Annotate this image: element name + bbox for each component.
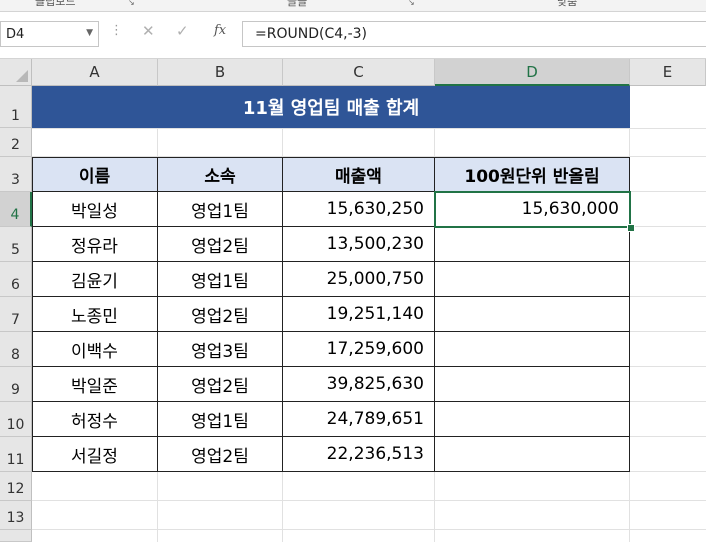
cell-sales[interactable]: 24,789,651	[283, 402, 435, 437]
clipboard-launcher-icon[interactable]: ↘	[128, 0, 135, 7]
sheet-title-cell[interactable]: 11월 영업팀 매출 합계	[32, 86, 630, 128]
cell-sales[interactable]: 17,259,600	[283, 332, 435, 367]
cell-name[interactable]: 김윤기	[32, 262, 158, 297]
cell-name[interactable]: 이백수	[32, 332, 158, 367]
cell-name[interactable]: 노종민	[32, 297, 158, 332]
ribbon-group-labels: 클립보드 ↘ 글꼴 ↘ 맞춤	[0, 0, 706, 12]
row-header-4[interactable]: 4	[0, 192, 32, 227]
cell-name[interactable]: 박일성	[32, 192, 158, 227]
gridline	[630, 226, 706, 227]
gridline	[630, 331, 706, 332]
cell-rounded[interactable]	[435, 262, 630, 297]
cell-sales[interactable]: 25,000,750	[283, 262, 435, 297]
select-all-triangle-icon	[16, 70, 28, 82]
column-header-e[interactable]: E	[630, 59, 706, 86]
row-header-10[interactable]: 10	[0, 402, 32, 437]
row-header-13[interactable]: 13	[0, 501, 32, 530]
gridline	[32, 128, 706, 129]
column-header-a[interactable]: A	[32, 59, 158, 86]
row-header-14[interactable]	[0, 530, 32, 542]
row-header-8[interactable]: 8	[0, 332, 32, 367]
gridline	[630, 366, 706, 367]
cell-team[interactable]: 영업2팀	[158, 367, 283, 402]
row-header-5[interactable]: 5	[0, 227, 32, 262]
gridline	[630, 261, 706, 262]
row-header-2[interactable]: 2	[0, 128, 32, 157]
ribbon-group-font: 글꼴	[287, 0, 308, 8]
cell-rounded[interactable]: 15,630,000	[435, 192, 630, 227]
cell-sales[interactable]: 19,251,140	[283, 297, 435, 332]
font-launcher-icon[interactable]: ↘	[408, 0, 415, 7]
cell-rounded[interactable]	[435, 402, 630, 437]
cell-sales[interactable]: 13,500,230	[283, 227, 435, 262]
cell-rounded[interactable]	[435, 332, 630, 367]
formula-text: =ROUND(C4,-3)	[255, 26, 367, 42]
cell-rounded[interactable]	[435, 297, 630, 332]
cell-team[interactable]: 영업2팀	[158, 437, 283, 472]
row-header-7[interactable]: 7	[0, 297, 32, 332]
header-cell-sales[interactable]: 매출액	[283, 157, 435, 192]
cell-team[interactable]: 영업1팀	[158, 192, 283, 227]
cell-team[interactable]: 영업1팀	[158, 262, 283, 297]
column-header-c[interactable]: C	[283, 59, 435, 86]
row-header-11[interactable]: 11	[0, 437, 32, 472]
select-all-button[interactable]	[0, 59, 32, 86]
chevron-down-icon[interactable]: ▼	[86, 28, 93, 38]
cancel-icon[interactable]: ✕	[142, 22, 155, 40]
gridline	[630, 191, 706, 192]
formula-bar: D4 ▼ ⋮ ✕ ✓ fx =ROUND(C4,-3)	[0, 12, 706, 59]
cell-name[interactable]: 서길정	[32, 437, 158, 472]
gridline	[32, 529, 706, 530]
row-header-6[interactable]: 6	[0, 262, 32, 297]
gridline	[630, 401, 706, 402]
more-options-icon[interactable]: ⋮	[110, 23, 123, 38]
ribbon-group-alignment: 맞춤	[557, 0, 578, 8]
cell-sales[interactable]: 39,825,630	[283, 367, 435, 402]
row-header-9[interactable]: 9	[0, 367, 32, 402]
formula-input[interactable]: =ROUND(C4,-3)	[242, 21, 706, 47]
gridline	[630, 436, 706, 437]
insert-function-icon[interactable]: fx	[214, 23, 226, 38]
cell-name[interactable]: 정유라	[32, 227, 158, 262]
row-header-3[interactable]: 3	[0, 157, 32, 192]
name-box[interactable]: D4 ▼	[0, 21, 99, 47]
cell-rounded[interactable]	[435, 227, 630, 262]
row-header-1[interactable]: 1	[0, 86, 32, 128]
header-cell-team[interactable]: 소속	[158, 157, 283, 192]
column-header-d[interactable]: D	[435, 59, 630, 86]
cell-name[interactable]: 허정수	[32, 402, 158, 437]
cell-sales[interactable]: 15,630,250	[283, 192, 435, 227]
name-box-value: D4	[6, 27, 25, 42]
column-header-b[interactable]: B	[158, 59, 283, 86]
fill-handle[interactable]	[627, 224, 635, 232]
cell-team[interactable]: 영업3팀	[158, 332, 283, 367]
cell-rounded[interactable]	[435, 367, 630, 402]
header-cell-name[interactable]: 이름	[32, 157, 158, 192]
header-cell-rounded[interactable]: 100원단위 반올림	[435, 157, 630, 192]
ribbon-group-clipboard: 클립보드	[35, 0, 76, 8]
cell-team[interactable]: 영업1팀	[158, 402, 283, 437]
cell-name[interactable]: 박일준	[32, 367, 158, 402]
row-header-12[interactable]: 12	[0, 472, 32, 501]
cell-team[interactable]: 영업2팀	[158, 297, 283, 332]
enter-icon[interactable]: ✓	[176, 22, 189, 40]
gridline	[32, 500, 706, 501]
cell-sales[interactable]: 22,236,513	[283, 437, 435, 472]
gridline	[630, 296, 706, 297]
cell-rounded[interactable]	[435, 437, 630, 472]
cell-team[interactable]: 영업2팀	[158, 227, 283, 262]
